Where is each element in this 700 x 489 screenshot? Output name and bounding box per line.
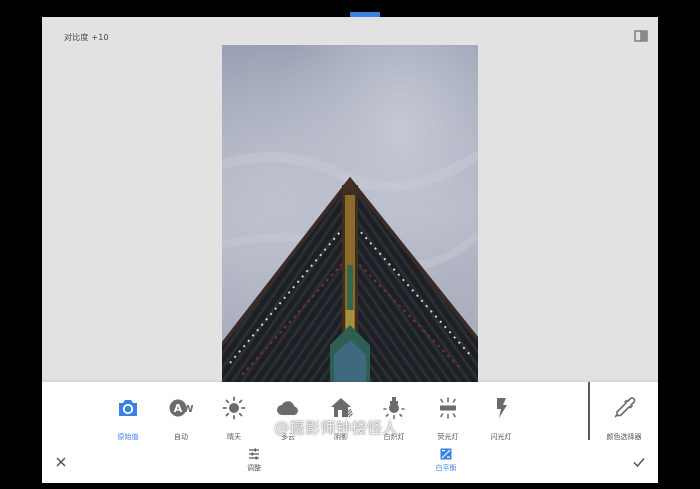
editor-screen: 对比度 +10 原始值 A W 自动 晴天 多云 阴影 白炽灯 荧光灯 闪光灯 … [42, 17, 658, 483]
flash-icon [497, 398, 507, 418]
compare-icon[interactable] [634, 30, 648, 42]
tab-white-balance-label: 白平衡 [435, 464, 457, 472]
tab-adjust-label: 调整 [247, 464, 261, 472]
svg-text:A: A [174, 402, 183, 415]
wb-preset-original[interactable]: 原始值 [103, 392, 153, 442]
watermark-text: @摄影师钟楼怪人 [274, 419, 399, 437]
color-picker-button[interactable]: 颜色选择器 [599, 392, 649, 442]
color-picker-label: 颜色选择器 [606, 433, 642, 441]
weibo-logo-icon [250, 419, 270, 434]
eyedropper-icon [614, 397, 636, 418]
auto-wb-icon: A W [169, 399, 193, 417]
svg-text:W: W [182, 404, 193, 415]
wb-preset-label: 闪光灯 [490, 433, 512, 441]
tab-adjust[interactable]: 调整 [234, 448, 274, 476]
apply-check-icon[interactable] [632, 455, 646, 469]
wb-preset-label: 原始值 [117, 433, 139, 441]
wb-preset-flash[interactable]: 闪光灯 [476, 392, 526, 442]
watermark: @摄影师钟楼怪人 [248, 415, 448, 437]
wb-preset-label: 自动 [174, 433, 188, 441]
sliders-icon [249, 448, 259, 460]
panel-divider [588, 382, 590, 440]
sun-icon [222, 396, 246, 420]
wb-preset-auto[interactable]: A W 自动 [156, 392, 206, 442]
contrast-status: 对比度 +10 [64, 33, 109, 42]
tab-white-balance[interactable]: 白平衡 [426, 448, 466, 476]
cancel-icon[interactable] [54, 455, 68, 469]
edited-photo [222, 45, 478, 385]
camera-icon [119, 400, 137, 416]
white-balance-icon [440, 448, 452, 460]
